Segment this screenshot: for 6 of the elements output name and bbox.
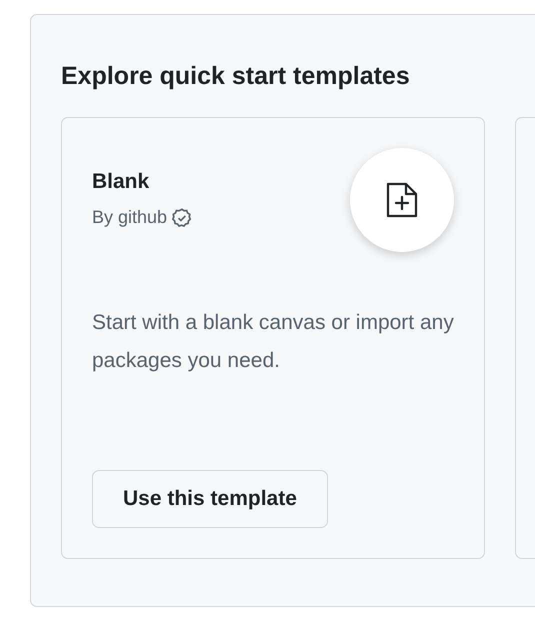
use-template-button[interactable]: Use this template: [92, 470, 328, 528]
template-description: Start with a blank canvas or import any packages you need.: [92, 310, 454, 374]
template-author: By github: [92, 206, 168, 229]
template-name: Blank: [92, 169, 150, 195]
new-file-icon: [384, 180, 420, 220]
section-title: Explore quick start templates: [61, 61, 411, 92]
